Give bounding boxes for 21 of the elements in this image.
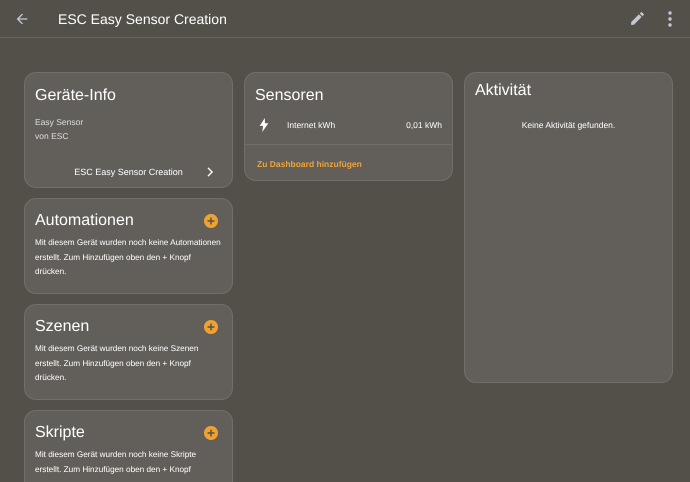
card-title: Aktivität: [475, 82, 532, 100]
sensor-name[interactable]: Internet kWh: [287, 120, 406, 130]
card-title: Automationen: [35, 212, 134, 230]
add-icon[interactable]: [204, 426, 218, 440]
empty-message: Mit diesem Gerät wurden noch keine Automationen erstellt. Zum Hinzufügen oben den + Knopf drücken.: [35, 237, 222, 278]
device-link[interactable]: ESC Easy Sensor Creation: [35, 163, 222, 181]
window-title: ESC Easy Sensor Creation: [58, 10, 227, 26]
device-model: Easy Sensor: [35, 116, 84, 129]
chevron-icon: [206, 167, 214, 177]
add-icon[interactable]: [204, 214, 218, 228]
card-title: Skripte: [35, 424, 85, 442]
add-icon[interactable]: [204, 320, 218, 334]
empty-message: Mit diesem Gerät wurden noch keine Skripte erstellt. Zum Hinzufügen oben den + Knopf: [35, 449, 198, 476]
lightning-icon: [259, 118, 269, 132]
device-manufacturer: von ESC: [35, 130, 70, 143]
card-title: Szenen: [35, 318, 90, 336]
empty-message: Keine Aktivität gefunden.: [520, 120, 616, 130]
empty-message: Mit diesem Gerät wurden noch keine Szenen erstellt. Zum Hinzufügen oben den + Knopf drücken.: [35, 343, 200, 384]
card-title: Sensoren: [254, 87, 324, 105]
sensor-value: 0,01 kWh: [406, 120, 442, 130]
card-title: Geräte-Info: [35, 87, 117, 105]
